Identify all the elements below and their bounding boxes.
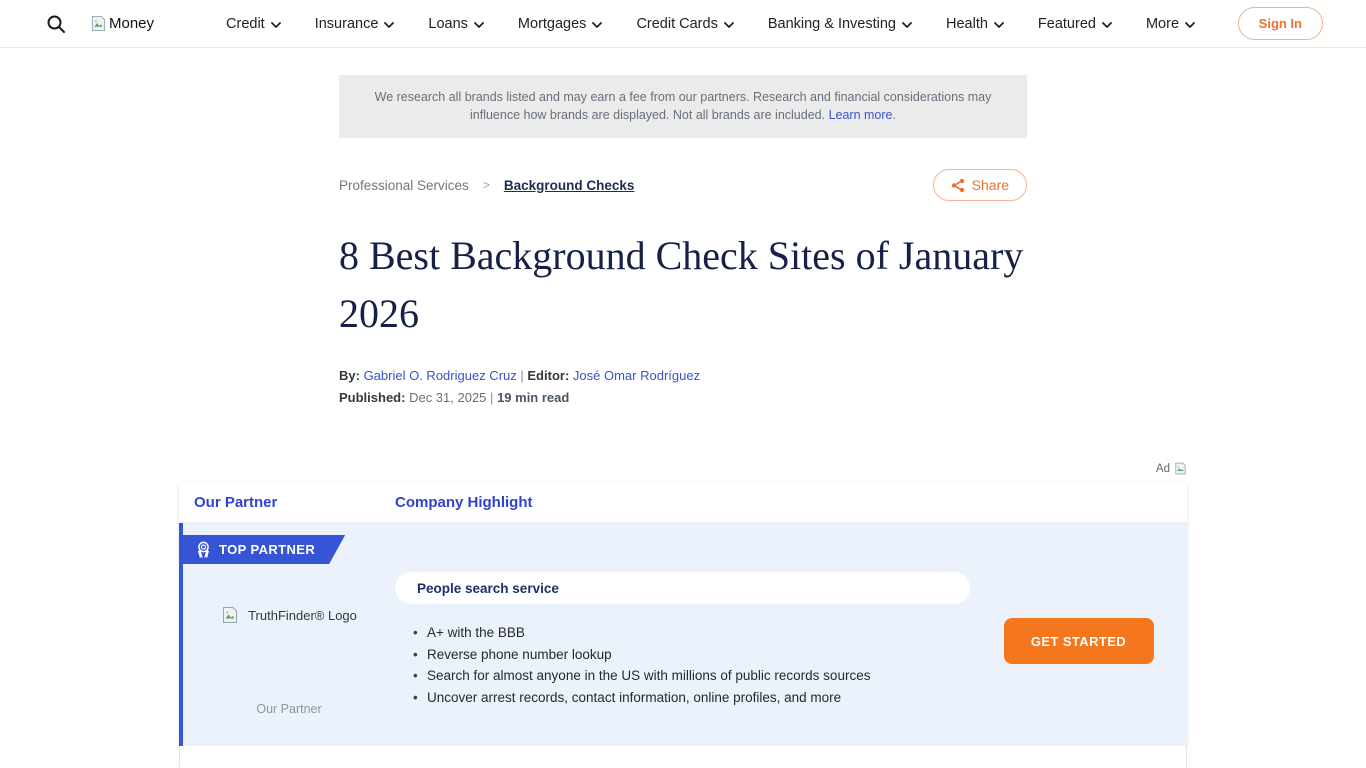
main-nav: Credit Insurance Loans Mortgages Credit … bbox=[226, 16, 1195, 32]
nav-item-banking-investing[interactable]: Banking & Investing bbox=[768, 16, 912, 32]
advertiser-disclosure: We research all brands listed and may ea… bbox=[339, 75, 1027, 138]
chevron-down-icon bbox=[474, 22, 484, 28]
byline: By: Gabriel O. Rodriguez Cruz | Editor: … bbox=[339, 365, 1027, 409]
chevron-down-icon bbox=[592, 22, 602, 28]
card-header-row: Our Partner Company Highlight bbox=[179, 482, 1187, 523]
broken-image-icon bbox=[90, 15, 107, 32]
search-icon[interactable] bbox=[46, 14, 66, 34]
chevron-down-icon bbox=[994, 22, 1004, 28]
partner-caption: Our Partner bbox=[256, 702, 321, 716]
chevron-down-icon bbox=[1185, 22, 1195, 28]
chevron-down-icon bbox=[724, 22, 734, 28]
chevron-down-icon bbox=[384, 22, 394, 28]
byline-divider: | bbox=[520, 368, 523, 383]
ad-label: Ad bbox=[1156, 463, 1170, 475]
badge-label: TOP PARTNER bbox=[219, 542, 315, 557]
nav-label: Health bbox=[946, 16, 988, 32]
top-partner-card: Our Partner Company Highlight TOP PARTNE… bbox=[179, 482, 1187, 746]
cta-cell: GET STARTED bbox=[970, 572, 1187, 746]
nav-item-credit[interactable]: Credit bbox=[226, 16, 281, 32]
top-nav-bar: Money Credit Insurance Loans Mortgages C… bbox=[0, 0, 1366, 48]
company-highlight-header: Company Highlight bbox=[395, 494, 533, 511]
learn-more-link[interactable]: Learn more bbox=[829, 108, 893, 122]
disclosure-text: We research all brands listed and may ea… bbox=[375, 90, 992, 122]
chevron-down-icon bbox=[902, 22, 912, 28]
byline-authors: By: Gabriel O. Rodriguez Cruz | Editor: … bbox=[339, 365, 1027, 387]
chevron-down-icon bbox=[1102, 22, 1112, 28]
chevron-down-icon bbox=[271, 22, 281, 28]
published-date: Dec 31, 2025 bbox=[409, 390, 486, 405]
company-highlight-cell: People search service A+ with the BBB Re… bbox=[395, 572, 970, 746]
nav-label: More bbox=[1146, 16, 1179, 32]
nav-label: Loans bbox=[428, 16, 468, 32]
partner-logo-alt-text: TruthFinder® Logo bbox=[248, 608, 357, 623]
nav-item-insurance[interactable]: Insurance bbox=[315, 16, 395, 32]
broken-image-icon bbox=[1174, 462, 1187, 475]
breadcrumb-row: Professional Services > Background Check… bbox=[339, 169, 1027, 201]
get-started-button[interactable]: GET STARTED bbox=[1004, 618, 1154, 664]
sign-in-button[interactable]: Sign In bbox=[1238, 7, 1323, 40]
editor-label: Editor: bbox=[527, 368, 569, 383]
disclosure-period: . bbox=[893, 108, 896, 122]
read-time: 19 min read bbox=[497, 390, 569, 405]
next-partner-row-stub bbox=[179, 746, 1187, 767]
logo-text: Money bbox=[109, 15, 154, 32]
our-partner-header: Our Partner bbox=[179, 494, 395, 511]
breadcrumb: Professional Services > Background Check… bbox=[339, 178, 634, 193]
by-label: By: bbox=[339, 368, 360, 383]
money-logo[interactable]: Money bbox=[90, 15, 154, 32]
partner-logo-cell: TruthFinder® Logo Our Partner bbox=[183, 572, 395, 746]
partner-logo[interactable]: TruthFinder® Logo bbox=[221, 606, 357, 624]
highlight-bullet-list: A+ with the BBB Reverse phone number loo… bbox=[413, 622, 970, 708]
bullet-item: A+ with the BBB bbox=[413, 622, 970, 644]
nav-label: Insurance bbox=[315, 16, 379, 32]
page-title: 8 Best Background Check Sites of January… bbox=[339, 227, 1027, 343]
share-icon bbox=[951, 178, 965, 193]
share-label: Share bbox=[972, 177, 1009, 193]
share-button[interactable]: Share bbox=[933, 169, 1027, 201]
editor-link[interactable]: José Omar Rodríguez bbox=[573, 368, 700, 383]
nav-label: Credit Cards bbox=[636, 16, 717, 32]
nav-item-loans[interactable]: Loans bbox=[428, 16, 484, 32]
nav-label: Mortgages bbox=[518, 16, 587, 32]
nav-item-health[interactable]: Health bbox=[946, 16, 1004, 32]
top-partner-badge: TOP PARTNER bbox=[183, 535, 345, 564]
author-link[interactable]: Gabriel O. Rodriguez Cruz bbox=[364, 368, 517, 383]
bullet-item: Reverse phone number lookup bbox=[413, 644, 970, 666]
nav-item-credit-cards[interactable]: Credit Cards bbox=[636, 16, 733, 32]
nav-label: Credit bbox=[226, 16, 265, 32]
medal-icon bbox=[197, 541, 210, 559]
card-body-grid: TruthFinder® Logo Our Partner People sea… bbox=[183, 572, 1187, 746]
page: Money Credit Insurance Loans Mortgages C… bbox=[0, 0, 1366, 768]
published-label: Published: bbox=[339, 390, 405, 405]
bullet-item: Search for almost anyone in the US with … bbox=[413, 665, 970, 687]
nav-item-featured[interactable]: Featured bbox=[1038, 16, 1112, 32]
nav-label: Banking & Investing bbox=[768, 16, 896, 32]
highlight-title-pill: People search service bbox=[395, 572, 970, 604]
byline-published: Published: Dec 31, 2025 | 19 min read bbox=[339, 387, 1027, 409]
card-body: TOP PARTNER TruthFinder® Logo Our Partne… bbox=[179, 523, 1187, 746]
broken-image-icon bbox=[221, 606, 239, 624]
bullet-item: Uncover arrest records, contact informat… bbox=[413, 687, 970, 709]
ad-disclosure-row: Ad bbox=[179, 462, 1187, 475]
highlight-title: People search service bbox=[417, 581, 559, 596]
nav-label: Featured bbox=[1038, 16, 1096, 32]
breadcrumb-separator: > bbox=[483, 178, 490, 192]
nav-item-mortgages[interactable]: Mortgages bbox=[518, 16, 603, 32]
breadcrumb-parent[interactable]: Professional Services bbox=[339, 178, 469, 193]
published-divider: | bbox=[490, 390, 493, 405]
nav-item-more[interactable]: More bbox=[1146, 16, 1195, 32]
breadcrumb-current[interactable]: Background Checks bbox=[504, 178, 635, 193]
